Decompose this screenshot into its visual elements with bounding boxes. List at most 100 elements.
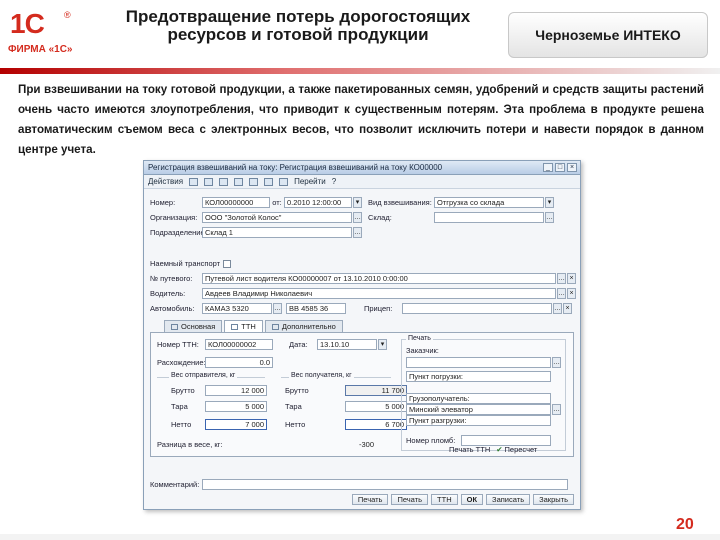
number-row: Номер: КОЛ00000000 от: 0.2010 12:00:00 ▾…	[150, 197, 554, 208]
consignee-field[interactable]: Минский элеватор	[406, 404, 551, 415]
driver-row: Водитель: Авдеев Владимир Николаевич … ×	[150, 288, 576, 299]
weigh-type-label: Вид взвешивания:	[368, 198, 432, 207]
ttn-number-row: Номер ТТН: КОЛ00000002 Дата: 13.10.10 ▾	[157, 339, 387, 350]
seal-label: Номер пломб:	[406, 436, 456, 445]
page-number: 20	[676, 516, 694, 533]
chevron-down-icon[interactable]: ▾	[545, 197, 554, 208]
panel-actions: Печать ТТН ✔ Пересчет	[449, 445, 537, 454]
edit-icon[interactable]	[219, 177, 229, 186]
maximize-icon[interactable]: □	[555, 163, 565, 172]
customer-field[interactable]	[406, 357, 551, 368]
close-button[interactable]: Закрыть	[533, 494, 574, 505]
ttn-panel: Номер ТТН: КОЛ00000002 Дата: 13.10.10 ▾ …	[150, 332, 574, 457]
print-button-2[interactable]: Печать	[391, 494, 429, 505]
customer-label: Заказчик:	[406, 346, 439, 355]
org-field[interactable]: ООО "Золотой Колос"	[202, 212, 352, 223]
unloading-point-field[interactable]: Пункт разгрузки:	[406, 415, 551, 426]
number-field[interactable]: КОЛ00000000	[202, 197, 270, 208]
car-field[interactable]: КАМАЗ 5320	[202, 303, 272, 314]
trailer-field[interactable]	[402, 303, 552, 314]
receiver-net-label: Нетто	[285, 420, 306, 429]
tab-ttn[interactable]: ТТН	[224, 320, 263, 332]
waybill-field[interactable]: Путевой лист водителя КО00000007 от 13.1…	[202, 273, 556, 284]
clear-waybill-icon[interactable]: ×	[567, 273, 576, 284]
division-field[interactable]: Склад 1	[202, 227, 352, 238]
actions-menu[interactable]: Действия	[148, 177, 183, 186]
warehouse-field[interactable]	[434, 212, 544, 223]
comment-field[interactable]	[202, 479, 568, 490]
logo-text: ФИРМА «1С»	[8, 44, 73, 55]
receiver-gross-field[interactable]: 11 700	[345, 385, 407, 396]
structure-icon[interactable]	[279, 177, 289, 186]
print-button[interactable]: Печать	[351, 494, 389, 505]
select-consignee-button[interactable]: …	[552, 404, 561, 415]
recalc-button[interactable]: Пересчет	[505, 445, 538, 454]
tab-main[interactable]: Основная	[164, 320, 223, 332]
select-trailer-button[interactable]: …	[553, 303, 562, 314]
receiver-gross-label: Брутто	[285, 386, 309, 395]
print-ttn-button[interactable]: Печать ТТН	[449, 445, 490, 454]
ttn-calendar-icon[interactable]: ▾	[378, 339, 387, 350]
unloading-point-row: Пункт разгрузки:	[406, 415, 551, 426]
tab-additional-label: Дополнительно	[281, 322, 336, 331]
tab-ttn-label: ТТН	[241, 322, 256, 331]
ok-button[interactable]: ОК	[460, 494, 484, 505]
tab-ttn-icon	[231, 324, 239, 331]
sender-gross-field[interactable]: 12 000	[205, 385, 267, 396]
help-button[interactable]: ?	[332, 177, 336, 186]
loading-point-field[interactable]: Пункт погрузки:	[406, 371, 551, 382]
select-driver-button[interactable]: …	[557, 288, 566, 299]
window-title: Регистрация взвешиваний на току: Регистр…	[148, 163, 443, 172]
sender-gross-label: Брутто	[171, 386, 195, 395]
post-icon[interactable]	[264, 177, 274, 186]
copy-icon[interactable]	[204, 177, 214, 186]
number-label: Номер:	[150, 198, 176, 207]
weighing-document-window: Регистрация взвешиваний на току: Регистр…	[143, 160, 581, 510]
receiver-tare-label: Тара	[285, 402, 302, 411]
sender-net-label: Нетто	[171, 420, 192, 429]
consignee-value-row: Минский элеватор …	[406, 404, 561, 415]
hired-transport-label: Наемный транспорт	[150, 259, 221, 268]
minimize-icon[interactable]: _	[543, 163, 553, 172]
clear-driver-icon[interactable]: ×	[567, 288, 576, 299]
customer-row: Заказчик:	[406, 346, 456, 355]
sender-net-field[interactable]: 7 000	[205, 419, 267, 430]
hired-transport-checkbox[interactable]	[223, 259, 232, 268]
print-group-title: Печать	[406, 335, 433, 342]
select-car-button[interactable]: …	[273, 303, 282, 314]
save-button[interactable]: Записать	[486, 494, 531, 505]
tab-additional[interactable]: Дополнительно	[264, 320, 343, 332]
consignee-row: Грузополучатель:	[406, 393, 551, 404]
ttn-date-field[interactable]: 13.10.10	[317, 339, 377, 350]
select-org-button[interactable]: …	[353, 212, 362, 223]
close-icon[interactable]: ×	[567, 163, 577, 172]
goto-menu[interactable]: Перейти	[294, 177, 326, 186]
add-icon[interactable]	[189, 177, 199, 186]
calendar-icon[interactable]: ▾	[353, 197, 362, 208]
date-field[interactable]: 0.2010 12:00:00	[284, 197, 352, 208]
driver-field[interactable]: Авдеев Владимир Николаевич	[202, 288, 556, 299]
refresh-icon[interactable]	[249, 177, 259, 186]
receiver-tare-field[interactable]: 5 000	[345, 401, 407, 412]
select-warehouse-button[interactable]: …	[545, 212, 554, 223]
select-customer-button[interactable]: …	[552, 357, 561, 368]
sender-tare-field[interactable]: 5 000	[205, 401, 267, 412]
consignee-label-field: Грузополучатель:	[406, 393, 551, 404]
tare-row: Тара 5 000 Тара 5 000	[171, 401, 407, 412]
window-buttons: Печать Печать ТТН ОК Записать Закрыть	[144, 494, 580, 505]
receiver-net-field[interactable]: 6 700	[345, 419, 407, 430]
select-division-button[interactable]: …	[353, 227, 362, 238]
net-row: Нетто 7 000 Нетто 6 700	[171, 419, 407, 430]
clear-trailer-icon[interactable]: ×	[563, 303, 572, 314]
select-waybill-button[interactable]: …	[557, 273, 566, 284]
weigh-type-select[interactable]: Отгрузка со склада	[434, 197, 544, 208]
driver-label: Водитель:	[150, 289, 186, 298]
ttn-number-field[interactable]: КОЛ00000002	[205, 339, 273, 350]
car-plate-field[interactable]: ВВ 4585 36	[286, 303, 346, 314]
header-divider	[0, 68, 720, 74]
ttn-button[interactable]: ТТН	[431, 494, 458, 505]
print-group: Печать Заказчик: … Пункт погрузки: Грузо…	[401, 335, 566, 451]
discrepancy-field[interactable]: 0.0	[205, 357, 273, 368]
delete-icon[interactable]	[234, 177, 244, 186]
slide-header: 1С ® ФИРМА «1С» Предотвращение потерь до…	[0, 0, 720, 74]
